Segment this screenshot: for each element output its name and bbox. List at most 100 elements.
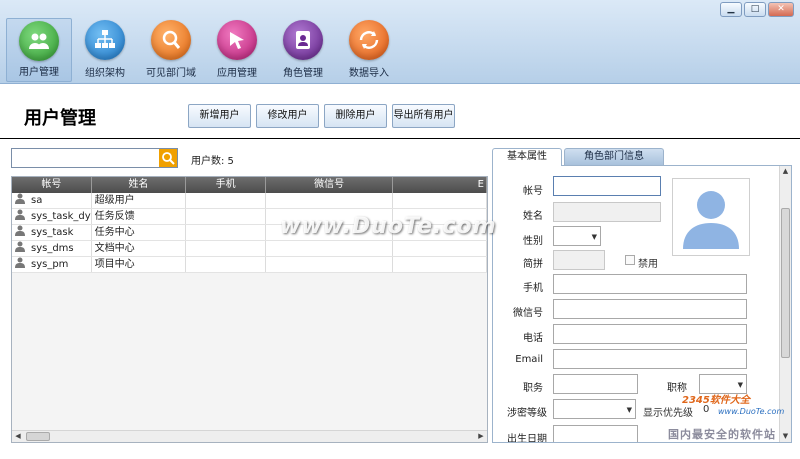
wechat-field[interactable] — [553, 299, 747, 319]
cell-name: 任务反馈 — [92, 209, 187, 224]
minimize-icon[interactable]: ▁ — [720, 2, 742, 17]
name-label: 姓名 — [523, 211, 543, 222]
nav-item-apps[interactable]: 应用管理 — [204, 18, 270, 82]
cell-extra — [393, 193, 487, 208]
mobile-label: 手机 — [523, 283, 543, 294]
cell-wechat — [266, 193, 394, 208]
user-count: 用户数: 5 — [191, 156, 234, 167]
cell-account: sys_pm — [31, 259, 69, 270]
avatar — [672, 178, 750, 256]
vertical-scrollbar[interactable]: ▲ ▼ — [779, 166, 791, 442]
name-field[interactable] — [553, 202, 661, 222]
pinyin-label: 简拼 — [523, 259, 543, 270]
search-input[interactable] — [11, 148, 178, 168]
column-header[interactable]: E — [393, 177, 487, 193]
window-controls: ▁ □ ✕ — [720, 2, 794, 17]
nav-item-visible-dept[interactable]: 可见部门域 — [138, 18, 204, 82]
user-icon — [15, 209, 25, 220]
nav-label: 数据导入 — [349, 68, 389, 79]
sync-icon — [349, 20, 389, 60]
nav-label: 组织架构 — [85, 68, 125, 79]
cell-wechat — [266, 257, 394, 272]
scroll-left-icon[interactable]: ◀ — [12, 431, 24, 442]
cell-phone — [186, 257, 266, 272]
user-icon — [15, 193, 25, 204]
scroll-thumb[interactable] — [781, 208, 790, 358]
watermark-brand: 2345软件大全 — [682, 395, 750, 406]
app-icon — [217, 20, 257, 60]
scroll-thumb[interactable] — [26, 432, 50, 441]
top-ribbon: ▁ □ ✕ 用户管理 组织架构 可见部门域 应用管理 角色管理 数据导入 — [0, 0, 800, 84]
cell-name: 项目中心 — [92, 257, 187, 272]
nav-label: 应用管理 — [217, 68, 257, 79]
edit-user-button[interactable]: 修改用户 — [256, 104, 319, 128]
watermark-slogan: 国内最安全的软件站 — [668, 428, 776, 441]
table-row[interactable]: sa 超级用户 — [12, 193, 487, 209]
maximize-icon[interactable]: □ — [744, 2, 766, 17]
tab-basic[interactable]: 基本属性 — [492, 148, 562, 166]
page-title: 用户管理 — [24, 108, 96, 129]
table-header: 帐号 姓名 手机 微信号 E — [12, 177, 487, 193]
cell-extra — [393, 257, 487, 272]
table-row[interactable]: sys_pm 项目中心 — [12, 257, 487, 273]
scroll-up-icon[interactable]: ▲ — [780, 166, 791, 177]
nav-label: 用户管理 — [19, 67, 59, 78]
scroll-right-icon[interactable]: ▶ — [475, 431, 487, 442]
export-users-button[interactable]: 导出所有用户 — [392, 104, 455, 128]
nav-label: 可见部门域 — [146, 68, 196, 79]
cell-phone — [186, 225, 266, 240]
nav-label: 角色管理 — [283, 68, 323, 79]
email-field[interactable] — [553, 349, 747, 369]
watermark: www.DuoTe.com — [280, 214, 497, 239]
close-icon[interactable]: ✕ — [768, 2, 794, 17]
column-header[interactable]: 姓名 — [92, 177, 187, 193]
column-header[interactable]: 帐号 — [12, 177, 92, 193]
user-icon — [15, 257, 25, 268]
scroll-down-icon[interactable]: ▼ — [780, 431, 791, 442]
mobile-field[interactable] — [553, 274, 747, 294]
chevron-down-icon: ▼ — [591, 233, 597, 241]
cell-account: sa — [31, 195, 43, 206]
disabled-checkbox[interactable] — [625, 255, 635, 265]
email-label: Email — [515, 354, 543, 365]
cell-account: sys_task — [31, 227, 74, 238]
phone-label: 电话 — [523, 333, 543, 344]
disabled-label: 禁用 — [638, 259, 658, 270]
birthday-field[interactable] — [553, 425, 638, 442]
contacts-icon — [283, 20, 323, 60]
add-user-button[interactable]: 新增用户 — [188, 104, 251, 128]
secret-level-label: 涉密等级 — [507, 408, 547, 419]
delete-user-button[interactable]: 删除用户 — [324, 104, 387, 128]
column-header[interactable]: 微信号 — [266, 177, 394, 193]
horizontal-scrollbar[interactable]: ◀ ▶ — [12, 430, 487, 442]
account-field[interactable] — [553, 176, 661, 196]
user-avatar-icon — [683, 191, 739, 249]
cell-account: sys_task_dyn — [31, 211, 92, 222]
pinyin-field[interactable] — [553, 250, 605, 270]
nav-item-import[interactable]: 数据导入 — [336, 18, 402, 82]
cell-name: 文档中心 — [92, 241, 187, 256]
column-header[interactable]: 手机 — [186, 177, 266, 193]
nav-item-org[interactable]: 组织架构 — [72, 18, 138, 82]
cell-wechat — [266, 241, 394, 256]
position-label: 职务 — [523, 383, 543, 394]
main-nav: 用户管理 组织架构 可见部门域 应用管理 角色管理 数据导入 — [6, 18, 402, 82]
phone-field[interactable] — [553, 324, 747, 344]
nav-item-roles[interactable]: 角色管理 — [270, 18, 336, 82]
secret-level-select[interactable]: ▼ — [553, 399, 636, 419]
cell-name: 超级用户 — [92, 193, 187, 208]
divider — [0, 138, 800, 139]
nav-item-users[interactable]: 用户管理 — [6, 18, 72, 82]
search-button[interactable] — [159, 149, 177, 167]
wechat-label: 微信号 — [513, 308, 543, 319]
search-icon — [162, 152, 175, 165]
tab-role-dept[interactable]: 角色部门信息 — [564, 148, 664, 165]
cell-phone — [186, 193, 266, 208]
chevron-down-icon: ▼ — [737, 381, 743, 389]
user-icon — [15, 241, 25, 252]
gender-select[interactable]: ▼ — [553, 226, 601, 246]
cell-extra — [393, 241, 487, 256]
position-field[interactable] — [553, 374, 638, 394]
cell-phone — [186, 241, 266, 256]
table-row[interactable]: sys_dms 文档中心 — [12, 241, 487, 257]
